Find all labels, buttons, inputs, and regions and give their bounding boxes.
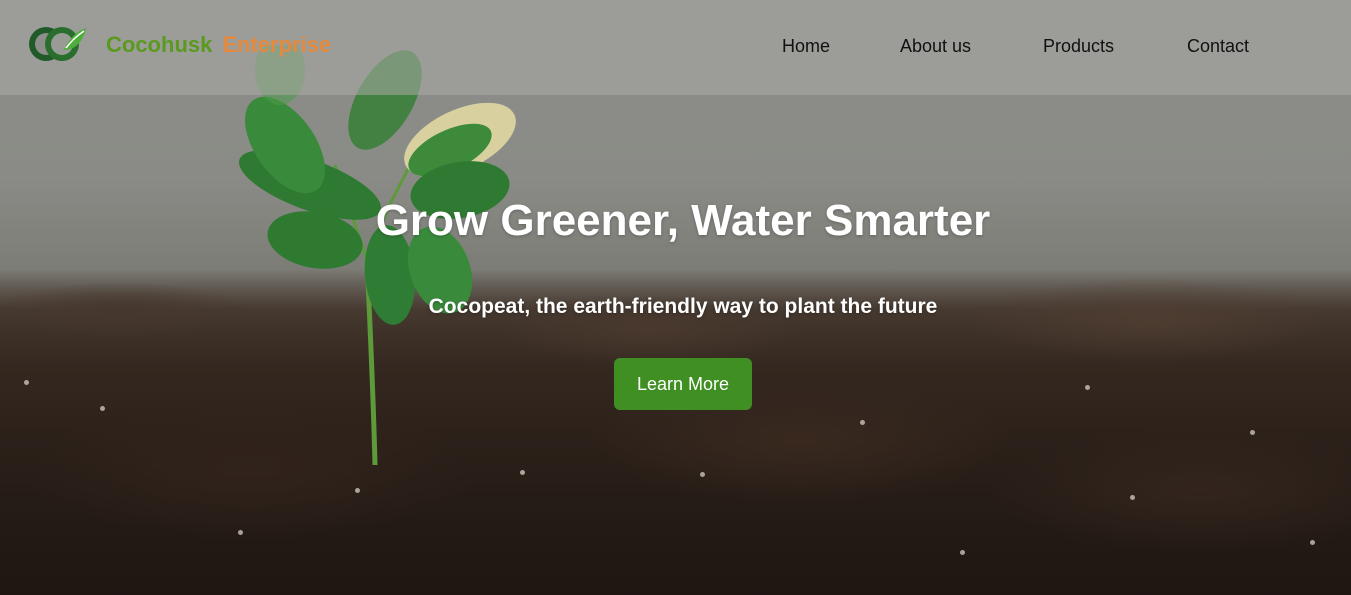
hero-section: Cocohusk Enterprise Home About us Product…: [0, 0, 1351, 595]
seedling-image: [239, 45, 516, 466]
top-navbar: Cocohusk Enterprise Home About us Product…: [0, 0, 1351, 95]
brand-name-secondary: Enterprise: [222, 32, 332, 57]
soil-speck: [1310, 540, 1315, 545]
soil-speck: [1130, 495, 1135, 500]
soil-speck: [24, 380, 29, 385]
soil-speck: [700, 472, 705, 477]
nav-about-us[interactable]: About us: [900, 36, 971, 57]
soil-speck: [960, 550, 965, 555]
soil-speck: [355, 488, 360, 493]
nav-contact[interactable]: Contact: [1187, 36, 1249, 57]
nav-products[interactable]: Products: [1043, 36, 1114, 57]
brand-name-primary: Cocohusk: [106, 32, 213, 57]
brand-name[interactable]: Cocohusk Enterprise: [106, 32, 331, 58]
soil-speck: [860, 420, 865, 425]
soil-speck: [238, 530, 243, 535]
coconut-leaf-logo-icon[interactable]: [28, 22, 88, 66]
hero-headline: Grow Greener, Water Smarter: [375, 196, 991, 245]
learn-more-button[interactable]: Learn More: [614, 358, 752, 410]
hero-subheadline: Cocopeat, the earth-friendly way to plan…: [428, 295, 938, 318]
soil-speck: [1250, 430, 1255, 435]
nav-home[interactable]: Home: [782, 36, 830, 57]
soil-speck: [100, 406, 105, 411]
soil-speck: [1085, 385, 1090, 390]
